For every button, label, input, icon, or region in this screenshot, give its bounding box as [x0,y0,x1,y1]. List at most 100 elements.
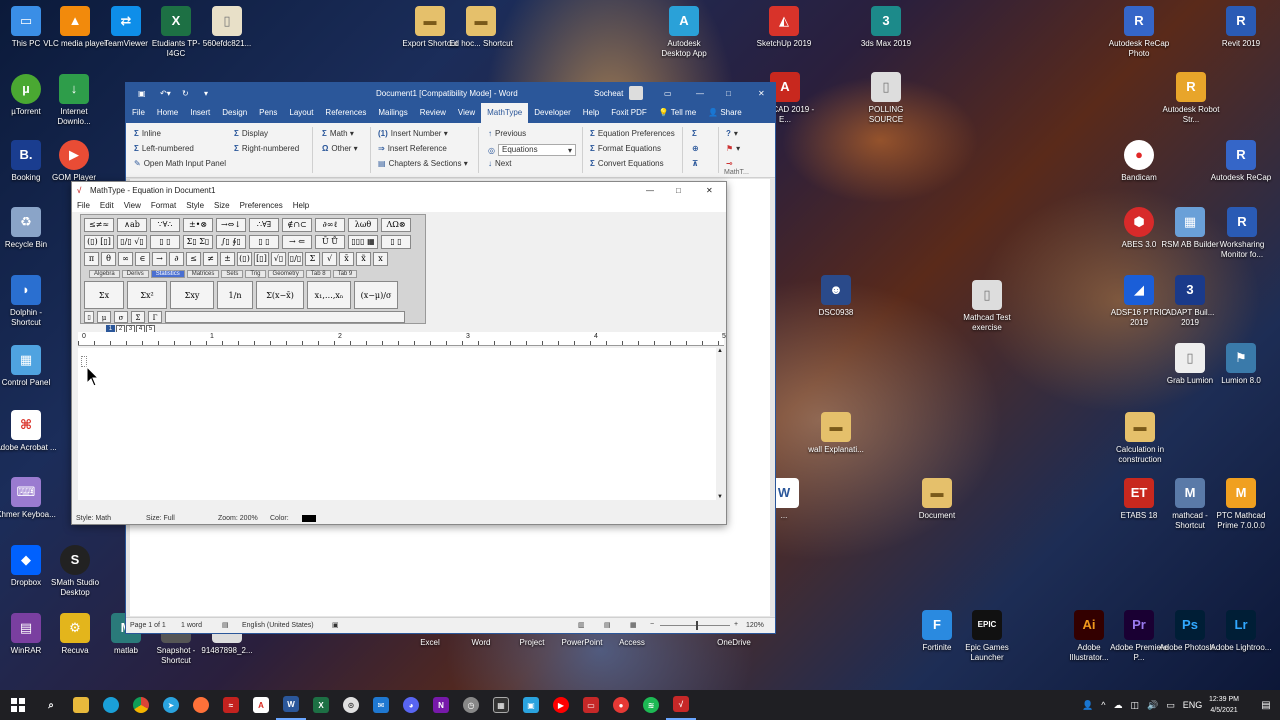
desktop-icon-calculation[interactable]: ▬ Calculation in construction [1107,412,1173,465]
desktop-icon-mathcad-test[interactable]: ▯ Mathcad Test exercise [955,280,1019,333]
desktop-icon-acrobat[interactable]: ⌘ Adobe Acrobat ... [0,410,58,453]
misc-palette-button[interactable]: ∂∞ℓ [315,218,345,232]
network-icon[interactable]: ◫ [1130,700,1139,711]
undo-icon[interactable]: ↶▾ [160,89,171,98]
fence-palette-button[interactable]: (▯) [▯] [84,235,114,249]
toggle-tex-icon[interactable]: Σ [692,129,700,138]
tab-review[interactable]: Review [414,103,452,123]
desktop-icon-dolphin[interactable]: ◗ Dolphin - Shortcut [0,275,58,328]
desktop-icon-gom[interactable]: ▶ GOM Player [43,140,105,183]
previous-button[interactable]: ↑ Previous [488,129,526,138]
chrome-icon[interactable] [126,690,156,720]
youtube-icon[interactable]: ▶ [546,690,576,720]
tab-file[interactable]: File [126,103,151,123]
presentation-icon[interactable]: ▭ [576,690,606,720]
desktop-icon-khmer-keyboard[interactable]: ⌨ Khmer Keyboa... [0,477,58,520]
menu-file[interactable]: File [72,201,95,210]
ribbon-display-icon[interactable]: ▭ [664,89,672,98]
greek-upper-palette-button[interactable]: ΛΩ⊗ [381,218,411,232]
mathtype-link-icon[interactable]: ⊸ [726,159,736,168]
word-count[interactable]: 1 word [181,622,202,629]
discord-icon[interactable]: ◕ [396,690,426,720]
tab-mathtype[interactable]: MathType [481,103,529,123]
desktop-icon-smath[interactable]: S SMath Studio Desktop [43,545,107,598]
menu-style[interactable]: Style [181,201,209,210]
desktop-icon-3dsmax[interactable]: 3 3ds Max 2019 [854,6,918,49]
menu-preferences[interactable]: Preferences [235,201,288,210]
word-title-bar[interactable]: ▣ ↶▾ ↻ ▾ Document1 [Compatibility Mode] … [126,83,775,103]
arrows-palette-button[interactable]: →⇔↓ [216,218,246,232]
sum-x-template[interactable]: Σx [84,281,124,309]
close-icon[interactable]: ✕ [758,89,765,98]
small-template-sum[interactable]: Σ [131,311,145,323]
photos-icon[interactable]: ▣ [516,690,546,720]
tab-derivs[interactable]: Derivs [121,270,149,278]
desktop-icon-adapt[interactable]: 3 ADAPT Buil... 2019 [1158,275,1222,328]
scroll-down-icon[interactable]: ▼ [717,494,723,500]
tab-developer[interactable]: Developer [528,103,576,123]
excel-icon[interactable]: X [306,690,336,720]
tab-sets[interactable]: Sets [221,270,244,278]
next-button[interactable]: ↓ Next [488,159,511,168]
z-score-template[interactable]: (x−μ)/σ [354,281,398,309]
display-button[interactable]: Σ Display [234,129,268,138]
sum-xy-template[interactable]: Σxy [170,281,214,309]
tab-help[interactable]: Help [577,103,605,123]
notifications-icon[interactable]: ▤ [1252,690,1280,720]
fontstudio-icon[interactable]: ≈ [216,690,246,720]
script-palette-button[interactable]: ▯ ▯ [150,235,180,249]
equation-preferences-button[interactable]: Σ Equation Preferences [590,129,675,138]
small-bar-xbar[interactable]: x̄ [339,252,354,266]
open-math-input-panel-button[interactable]: ✎ Open Math Input Panel [134,159,226,168]
telegram-icon[interactable]: ➤ [156,690,186,720]
small-bar-arrow[interactable]: → [152,252,167,266]
tab-algebra[interactable]: Algebra [89,270,120,278]
macro-record-icon[interactable]: ▣ [332,621,339,629]
tell-me[interactable]: 💡 Tell me [653,103,702,123]
format-equations-button[interactable]: Σ Format Equations [590,144,661,153]
desktop-icon-lightroom[interactable]: Lr Adobe Lightroo... [1209,610,1273,653]
menu-view[interactable]: View [119,201,146,210]
integral-palette-button[interactable]: ∫▯ ∮▯ [216,235,246,249]
desktop-icon-access[interactable]: Access [600,638,664,648]
small-bar-pi[interactable]: π [84,252,99,266]
insert-reference-button[interactable]: ⇒ Insert Reference [378,144,447,153]
left-numbered-button[interactable]: Σ Left-numbered [134,144,194,153]
proofing-icon[interactable]: ▤ [222,621,229,629]
web-icon[interactable]: ⊕ [692,144,702,153]
tab-insert[interactable]: Insert [184,103,216,123]
tab-mailings[interactable]: Mailings [372,103,413,123]
desktop-icon-image-file[interactable]: ▯ 560efdc821... [195,6,259,49]
small-template-sigma[interactable]: σ [114,311,128,323]
small-bar-partial[interactable]: ∂ [169,252,184,266]
mathtype-icon[interactable]: √ [666,690,696,720]
math-dropdown[interactable]: Σ Math ▾ [322,129,354,138]
onedrive-icon[interactable]: ☁ [1113,700,1122,711]
firefox-icon[interactable] [186,690,216,720]
redo-icon[interactable]: ↻ [182,89,189,98]
save-icon[interactable]: ▣ [138,89,146,98]
page-count[interactable]: Page 1 of 1 [130,622,166,629]
tab-home[interactable]: Home [151,103,184,123]
zoom-level[interactable]: 120% [746,622,764,629]
inline-button[interactable]: Σ Inline [134,129,161,138]
steam-icon[interactable]: ⊙ [336,690,366,720]
zoom-in-icon[interactable]: + [734,621,738,628]
sum-deviation-template[interactable]: Σ(x−x̄) [256,281,304,309]
start-button[interactable] [0,690,36,720]
small-template-gamma[interactable]: Γ [148,311,162,323]
volume-icon[interactable]: 🔊 [1147,700,1158,711]
people-icon[interactable]: 👤 [1082,700,1093,711]
maximize-icon[interactable]: □ [676,186,681,195]
help-icon[interactable]: ? ▾ [726,129,738,138]
sequence-template[interactable]: x₁,…,xₙ [307,281,351,309]
small-bar-brackets[interactable]: [▯] [254,252,269,266]
equations-select[interactable]: Equations [497,144,576,156]
small-bar-x[interactable]: x [373,252,388,266]
small-bar-leq[interactable]: ≤ [186,252,201,266]
tab-design[interactable]: Design [216,103,253,123]
labeled-arrow-palette-button[interactable]: → ⇐ [282,235,312,249]
tab-geometry[interactable]: Geometry [267,270,304,278]
fraction-palette-button[interactable]: ▯/▯ √▯ [117,235,147,249]
box-palette-button[interactable]: ▯ ▯ [381,235,411,249]
